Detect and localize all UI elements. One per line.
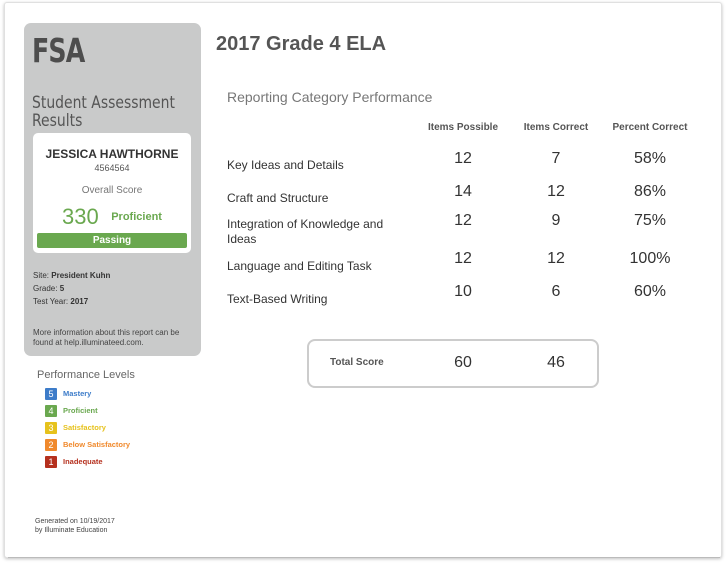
total-items-correct: 46 [547, 354, 565, 371]
category-label: Language and Editing Task [227, 259, 372, 273]
cell-correct: 9 [551, 212, 561, 229]
legend-title: Performance Levels [37, 369, 135, 381]
legend-item: 5 Mastery [37, 385, 135, 402]
legend-item: 2 Below Satisfactory [37, 436, 135, 453]
level-label: Mastery [63, 389, 92, 398]
more-info-text: More information about this report can b… [33, 328, 180, 347]
legend-item: 4 Proficient [37, 402, 135, 419]
cell-percent: 58% [633, 150, 667, 167]
cell-possible: 12 [454, 212, 472, 229]
category-label: Text-Based Writing [227, 292, 328, 306]
column-header-items-correct: Items Correct [523, 122, 589, 133]
level-label: Satisfactory [63, 423, 106, 432]
category-label: Craft and Structure [227, 191, 329, 205]
level-label: Below Satisfactory [63, 440, 131, 449]
student-id: 4564564 [94, 163, 130, 173]
generated-by: by Illuminate Education [35, 527, 108, 534]
cell-correct: 7 [551, 150, 561, 167]
level-label: Proficient [63, 406, 98, 415]
subtitle-line-2: Results [32, 111, 83, 131]
cell-possible: 10 [454, 283, 472, 300]
legend-item: 1 Inadequate [37, 453, 135, 470]
fsa-logo: FSA [32, 31, 85, 70]
cell-correct: 12 [547, 250, 565, 267]
site-row: Site: President Kuhn [33, 271, 111, 280]
legend-item: 3 Satisfactory [37, 419, 135, 436]
level-badge: 1 [45, 455, 57, 468]
total-items-possible: 60 [454, 354, 472, 371]
cell-percent: 100% [629, 250, 671, 267]
subtitle-line-1: Student Assessment [32, 93, 175, 113]
cell-possible: 12 [454, 150, 472, 167]
year-row: Test Year: 2017 [33, 297, 89, 306]
overall-score-label: Overall Score [81, 185, 143, 196]
level-label: Inadequate [63, 457, 103, 466]
level-badge: 2 [45, 438, 57, 451]
cell-correct: 6 [551, 283, 561, 300]
cell-percent: 60% [633, 283, 667, 300]
year-value: 2017 [70, 297, 89, 306]
divider [8, 557, 720, 558]
category-label: Key Ideas and Details [227, 158, 344, 172]
level-badge: 5 [45, 387, 57, 400]
overall-score-value: 330 [62, 204, 99, 229]
cell-percent: 86% [633, 183, 667, 200]
total-score-label: Total Score [330, 357, 384, 368]
performance-level-label: Proficient [111, 211, 162, 223]
level-badge: 3 [45, 421, 57, 434]
generated-date: Generated on 10/19/2017 [35, 518, 115, 525]
student-meta: Site: President Kuhn Grade: 5 Test Year:… [33, 269, 110, 308]
student-name: JESSICA HAWTHORNE [45, 147, 179, 161]
level-badge: 4 [45, 404, 57, 417]
site-value: President Kuhn [51, 271, 111, 280]
cell-possible: 12 [454, 250, 472, 267]
generated-note: Generated on 10/19/2017 by Illuminate Ed… [35, 517, 115, 535]
report-subtitle: Student Assessment Results [32, 94, 180, 130]
score-row: 330 Proficient [33, 204, 191, 230]
passing-status-bar: Passing [37, 233, 187, 248]
category-label: Integration of Knowledge and Ideas [227, 217, 384, 246]
cell-correct: 12 [547, 183, 565, 200]
column-header-items-possible: Items Possible [427, 122, 499, 133]
column-header-percent-correct: Percent Correct [612, 122, 688, 133]
grade-row: Grade: 5 [33, 284, 65, 293]
page-title: 2017 Grade 4 ELA [216, 33, 387, 55]
performance-levels-legend: Performance Levels 5 Mastery 4 Proficient 3 S… [37, 369, 135, 470]
cell-possible: 14 [454, 183, 472, 200]
student-summary-card: FSA Student Assessment Results JESSICA H… [24, 23, 201, 356]
section-title: Reporting Category Performance [227, 89, 433, 105]
student-score-box: JESSICA HAWTHORNE 4564564 Overall Score … [33, 133, 191, 253]
cell-percent: 75% [633, 212, 667, 229]
grade-value: 5 [59, 284, 65, 293]
